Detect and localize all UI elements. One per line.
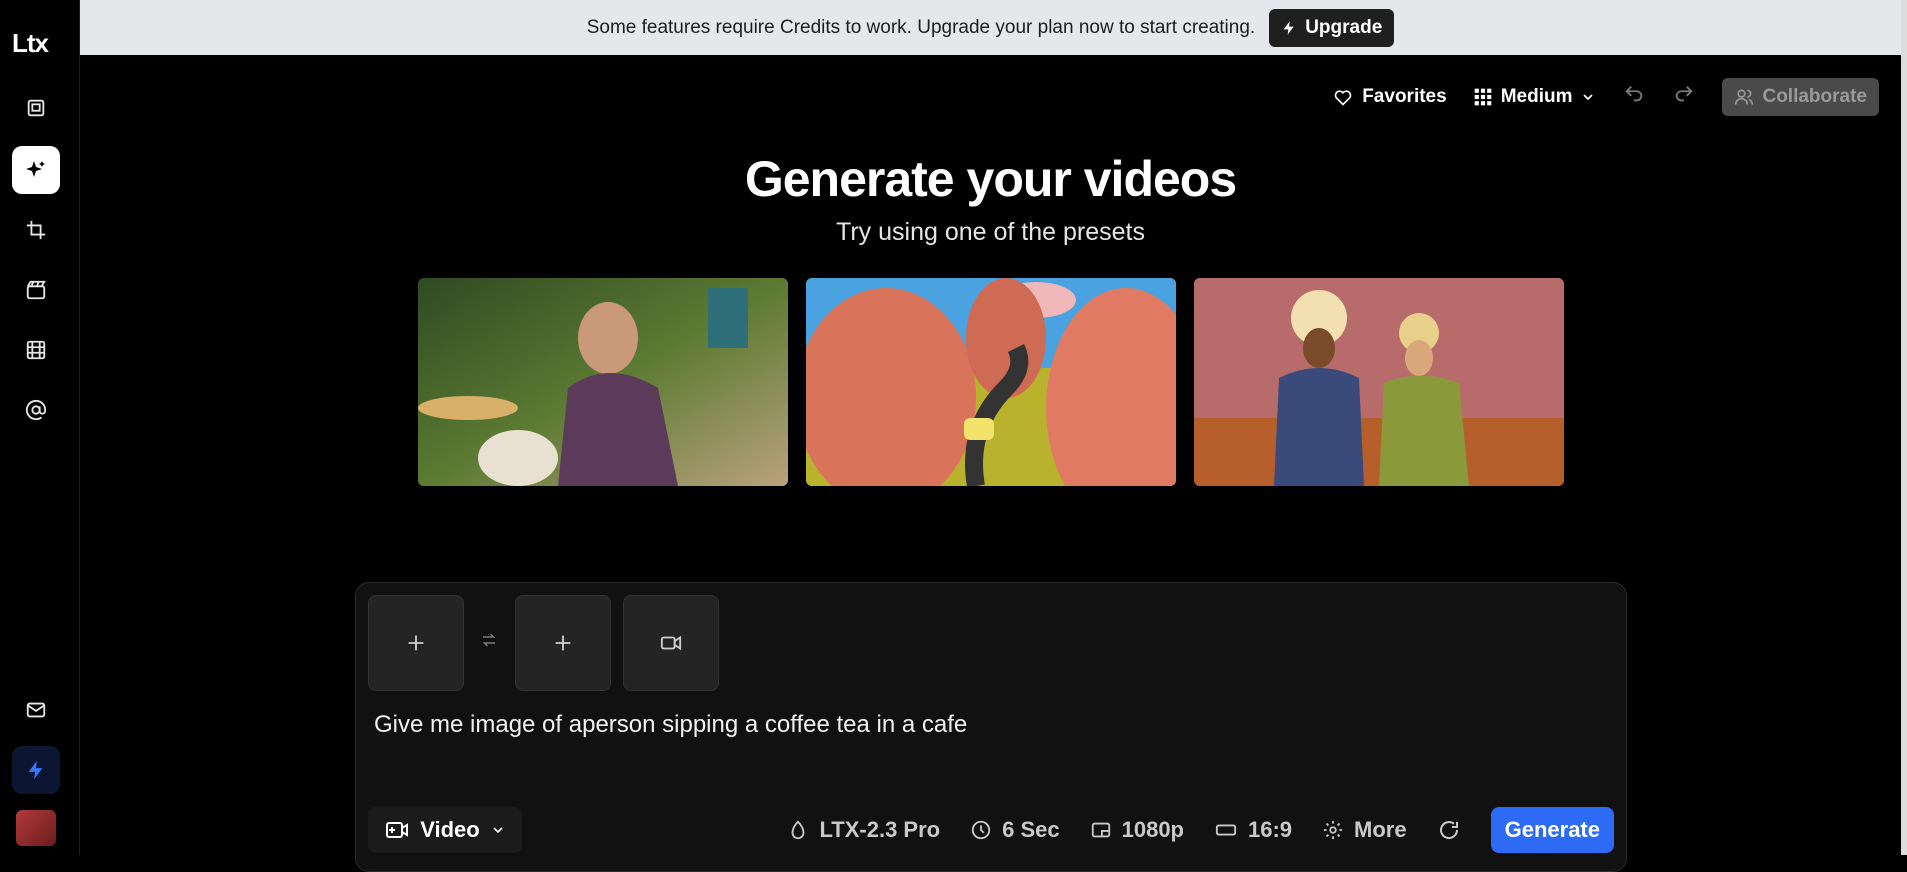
film-icon [26,340,46,360]
chevron-down-icon [493,827,503,834]
refresh-icon [1439,821,1458,839]
resolution-selector[interactable]: 1080p [1090,817,1184,843]
sidebar-item-generate[interactable] [12,146,60,194]
video-add-icon [386,822,409,838]
preset-thumbnail [806,278,1176,486]
output-type-label: Video [420,817,480,842]
sidebar-item-credits[interactable] [12,746,60,794]
preset-card[interactable] [418,278,788,486]
undo-icon [1625,86,1643,102]
model-selector[interactable]: LTX-2.3 Pro [787,817,940,843]
preset-thumbnail [418,278,788,486]
generate-button[interactable]: Generate [1490,807,1614,853]
collaborate-label: Collaborate [1762,86,1867,107]
clapperboard-icon [26,280,46,300]
collaborate-button[interactable]: Collaborate [1722,78,1879,116]
sidebar-item-storyboard[interactable] [12,266,60,314]
favorites-label: Favorites [1362,86,1447,107]
gear-icon [1323,820,1343,840]
add-start-frame-button[interactable] [368,595,464,691]
duration-selector[interactable]: 6 Sec [970,817,1060,843]
model-icon [792,820,805,840]
redo-button[interactable] [1672,83,1696,111]
mail-icon [26,702,46,718]
banner-message: Some features require Credits to work. U… [586,16,1256,38]
upgrade-banner: Some features require Credits to work. U… [80,0,1901,55]
ltx-logo[interactable]: Ltx [12,28,49,59]
prompt-input[interactable]: Give me image of aperson sipping a coffe… [374,711,967,739]
upgrade-label: Upgrade [1305,16,1383,38]
page-subtitle: Try using one of the presets [836,218,1145,246]
preset-card[interactable] [806,278,1176,486]
model-label: LTX-2.3 Pro [819,817,941,842]
aspect-ratio-icon [1215,824,1237,836]
generation-options: LTX-2.3 Pro 6 Sec 1080p 16:9 More Genera [787,807,1614,853]
sidebar-item-film[interactable] [12,326,60,374]
sidebar-item-inbox[interactable] [12,686,60,734]
sidebar-item-elements[interactable] [12,386,60,434]
aspect-ratio-selector[interactable]: 16:9 [1214,817,1292,843]
plus-icon [408,635,424,651]
clock-icon [971,820,991,840]
enhance-prompt-button[interactable] [1437,818,1461,842]
favorites-button[interactable]: Favorites [1332,86,1447,108]
output-type-dropdown[interactable]: Video [368,807,522,853]
image-icon [27,99,45,117]
undo-button[interactable] [1622,83,1646,111]
sidebar-item-crop[interactable] [12,206,60,254]
at-icon [25,399,47,421]
avatar[interactable] [16,810,56,846]
video-camera-icon [660,635,682,651]
prompt-composer: Give me image of aperson sipping a coffe… [355,582,1627,872]
chevron-down-icon [1583,94,1594,101]
plus-icon [555,635,571,651]
aspect-ratio-label: 16:9 [1248,817,1293,842]
preset-card[interactable] [1194,278,1564,486]
preset-thumbnail [1194,278,1564,486]
users-icon [1735,89,1754,105]
sidebar-item-gallery[interactable] [12,84,60,132]
size-label: Medium [1500,86,1573,107]
swap-icon [482,633,496,647]
duration-label: 6 Sec [1002,817,1060,842]
bolt-icon [1283,20,1294,35]
composer-controls: Video LTX-2.3 Pro 6 Sec 1080p 16:9 More … [368,807,1614,853]
more-settings-button[interactable]: More [1322,817,1407,843]
resolution-label: 1080p [1121,817,1184,842]
page-title: Generate your videos [744,151,1237,207]
sidebar: Ltx [0,0,80,855]
upgrade-button[interactable]: Upgrade [1269,8,1395,47]
redo-icon [1676,86,1694,102]
scrollbar[interactable] [1901,0,1907,855]
crop-icon [26,220,46,240]
swap-frames-button[interactable] [480,631,498,655]
sparkle-icon [26,161,45,177]
bolt-icon [28,760,43,780]
more-label: More [1354,817,1407,842]
add-end-frame-button[interactable] [515,595,611,691]
size-dropdown[interactable]: Medium [1473,86,1597,108]
top-toolbar: Favorites Medium Collaborate [1332,78,1879,116]
resolution-icon [1091,822,1110,838]
grid-icon [1474,88,1492,106]
heart-icon [1334,90,1352,106]
preset-gallery [418,278,1564,486]
add-video-button[interactable] [623,595,719,691]
